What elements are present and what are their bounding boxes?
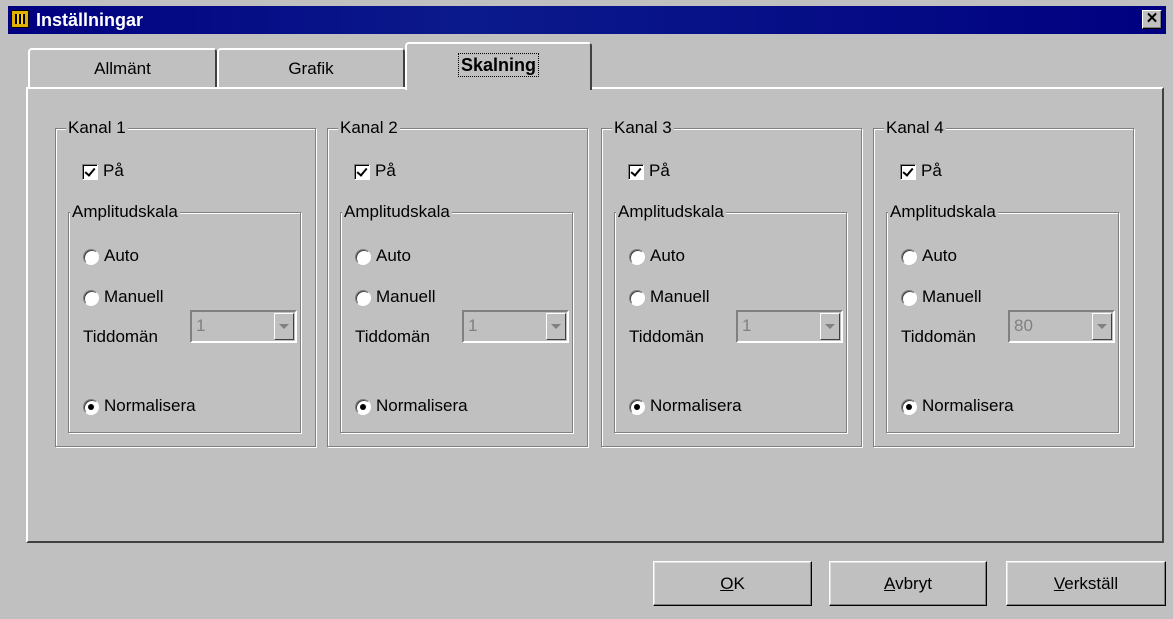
on-label: På	[375, 161, 396, 180]
time-domain-label: Tiddomän	[629, 327, 704, 346]
time-domain-select[interactable]: 1	[462, 310, 569, 343]
time-domain-value: 80	[1014, 316, 1033, 335]
amplitude-scale-group: Amplitudskala Auto Manuell Tiddomän 1 Normali…	[614, 202, 847, 433]
amplitude-scale-title: Amplitudskala	[616, 202, 726, 222]
time-domain-select[interactable]: 1	[190, 310, 297, 343]
tab-skalning[interactable]: Skalning	[405, 42, 592, 90]
tab-label: Allmänt	[94, 59, 151, 78]
on-label: På	[921, 161, 942, 180]
on-checkbox[interactable]	[628, 164, 644, 180]
channel-1-group: Kanal 1 På Amplitudskala Auto Manuell Tiddomä…	[55, 118, 316, 447]
tab-label: Skalning	[457, 53, 539, 77]
amplitude-scale-title: Amplitudskala	[342, 202, 452, 222]
title-bar-fill: Inställningar ✕	[8, 6, 1166, 34]
on-label: På	[649, 161, 670, 180]
normalize-radio[interactable]	[83, 399, 99, 415]
ok-button[interactable]: OK	[653, 561, 812, 606]
manual-radio[interactable]	[83, 290, 99, 306]
time-domain-value: 1	[468, 316, 478, 335]
apply-label: erkställ	[1064, 574, 1119, 593]
tab-label: Grafik	[288, 59, 334, 78]
normalize-label: Normalisera	[650, 396, 742, 415]
time-domain-label: Tiddomän	[83, 327, 158, 346]
time-domain-select[interactable]: 80	[1008, 310, 1115, 343]
on-checkbox[interactable]	[900, 164, 916, 180]
manual-radio[interactable]	[901, 290, 917, 306]
time-domain-label: Tiddomän	[901, 327, 976, 346]
time-domain-select[interactable]: 1	[736, 310, 843, 343]
apply-button[interactable]: Verkställ	[1006, 561, 1166, 606]
apply-mnemonic: V	[1053, 574, 1065, 593]
channel-2-group: Kanal 2 På Amplitudskala Auto Manuell Tiddomä…	[327, 118, 588, 447]
auto-label: Auto	[650, 246, 685, 265]
cancel-label: vbryt	[895, 574, 932, 593]
close-button[interactable]: ✕	[1142, 10, 1162, 29]
normalize-label: Normalisera	[376, 396, 468, 415]
cancel-mnemonic: A	[884, 574, 896, 593]
ok-mnemonic: O	[720, 574, 734, 593]
amplitude-scale-group: Amplitudskala Auto Manuell Tiddomän 80 Normal…	[886, 202, 1119, 433]
normalize-label: Normalisera	[104, 396, 196, 415]
dropdown-arrow-icon[interactable]	[274, 313, 294, 340]
normalize-radio[interactable]	[629, 399, 645, 415]
on-label: På	[103, 161, 124, 180]
channel-4-group: Kanal 4 På Amplitudskala Auto Manuell Tiddomä…	[873, 118, 1134, 447]
manual-label: Manuell	[104, 287, 164, 306]
normalize-radio[interactable]	[901, 399, 917, 415]
auto-label: Auto	[922, 246, 957, 265]
time-domain-label: Tiddomän	[355, 327, 430, 346]
manual-label: Manuell	[650, 287, 710, 306]
ok-label: K	[733, 574, 745, 593]
auto-radio[interactable]	[901, 249, 917, 265]
channel-3-group: Kanal 3 På Amplitudskala Auto Manuell Tiddomä…	[601, 118, 862, 447]
amplitude-scale-group: Amplitudskala Auto Manuell Tiddomän 1 Normali…	[340, 202, 573, 433]
dropdown-arrow-icon[interactable]	[820, 313, 840, 340]
channel-title: Kanal 3	[612, 118, 674, 138]
auto-radio[interactable]	[355, 249, 371, 265]
channel-title: Kanal 1	[66, 118, 128, 138]
manual-label: Manuell	[376, 287, 436, 306]
app-icon	[11, 10, 29, 28]
manual-radio[interactable]	[355, 290, 371, 306]
auto-radio[interactable]	[83, 249, 99, 265]
normalize-label: Normalisera	[922, 396, 1014, 415]
dropdown-arrow-icon[interactable]	[1092, 313, 1112, 340]
amplitude-scale-title: Amplitudskala	[70, 202, 180, 222]
auto-label: Auto	[104, 246, 139, 265]
amplitude-scale-title: Amplitudskala	[888, 202, 998, 222]
tab-allmant[interactable]: Allmänt	[28, 48, 217, 88]
on-checkbox[interactable]	[82, 164, 98, 180]
channel-title: Kanal 2	[338, 118, 400, 138]
auto-label: Auto	[376, 246, 411, 265]
dropdown-arrow-icon[interactable]	[546, 313, 566, 340]
manual-radio[interactable]	[629, 290, 645, 306]
auto-radio[interactable]	[629, 249, 645, 265]
normalize-radio[interactable]	[355, 399, 371, 415]
time-domain-value: 1	[742, 316, 752, 335]
channel-title: Kanal 4	[884, 118, 946, 138]
on-checkbox[interactable]	[354, 164, 370, 180]
window-title: Inställningar	[36, 10, 144, 30]
amplitude-scale-group: Amplitudskala Auto Manuell Tiddomän 1 Normali…	[68, 202, 301, 433]
cancel-button[interactable]: Avbryt	[829, 561, 987, 606]
tab-grafik[interactable]: Grafik	[217, 48, 405, 88]
manual-label: Manuell	[922, 287, 982, 306]
title-bar: Inställningar ✕	[0, 0, 1173, 40]
time-domain-value: 1	[196, 316, 206, 335]
